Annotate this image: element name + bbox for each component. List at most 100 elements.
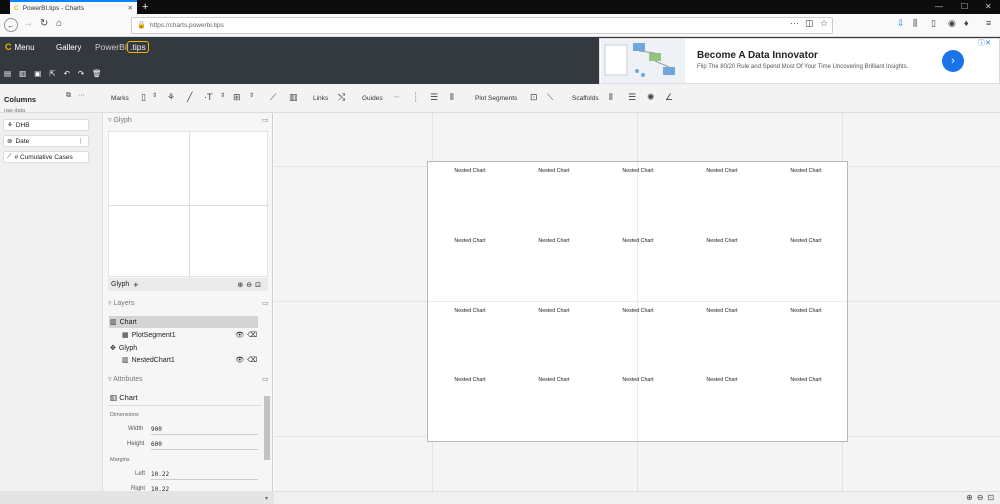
nested-chart-label[interactable]: Nested Chart xyxy=(440,308,500,314)
open-file-icon[interactable]: ▥ xyxy=(19,69,26,78)
attributes-section-header[interactable]: ▿ Attributes xyxy=(108,375,143,383)
column-item-cumulative-cases[interactable]: ⟋ # Cumulative Cases xyxy=(3,151,89,163)
save-icon[interactable]: ▣ xyxy=(34,69,41,78)
guide-y-icon[interactable]: ┆ xyxy=(413,92,418,103)
nested-chart-label[interactable]: Nested Chart xyxy=(608,238,668,244)
glyph-minimize-icon[interactable]: ▭ xyxy=(262,116,269,124)
text-mark-dropdown-icon[interactable]: ⇕ xyxy=(220,92,225,99)
close-tab-icon[interactable]: ✕ xyxy=(128,4,133,12)
add-glyph-icon[interactable]: + xyxy=(133,280,138,290)
scroll-down-icon[interactable]: ▾ xyxy=(265,495,268,502)
nested-chart-label[interactable]: Nested Chart xyxy=(692,308,752,314)
gallery-button[interactable]: Gallery xyxy=(56,43,81,52)
height-input[interactable]: 600 xyxy=(151,441,258,450)
text-mark-icon[interactable]: ·T xyxy=(204,92,213,102)
back-icon[interactable]: ← xyxy=(4,18,18,32)
data-axis-icon[interactable]: ⟋ xyxy=(270,92,276,103)
layer-item-glyph[interactable]: ✥ Glyph xyxy=(110,344,137,353)
browser-tab[interactable]: C PowerBI.tips - Charts ✕ xyxy=(10,0,137,14)
extension-icon[interactable]: ♦ xyxy=(964,18,969,28)
nested-chart-label[interactable]: Nested Chart xyxy=(440,377,500,383)
glyph-zoom-icons[interactable]: ⊕⊖⊡ xyxy=(237,281,264,289)
nested-chart-label[interactable]: Nested Chart xyxy=(692,168,752,174)
nested-chart-label[interactable]: Nested Chart xyxy=(776,308,836,314)
maximize-icon[interactable]: ☐ xyxy=(961,2,968,11)
nested-chart-label[interactable]: Nested Chart xyxy=(776,238,836,244)
link-tool-icon[interactable]: ⤭ xyxy=(338,92,345,103)
line-plot-icon[interactable]: ⟍ xyxy=(547,92,553,103)
more-options-icon[interactable]: ··· xyxy=(78,92,85,99)
hamburger-menu-icon[interactable]: ≡ xyxy=(986,18,991,28)
layer-item-plotsegment1[interactable]: ▦ PlotSegment1 👁 ⌫ xyxy=(122,331,257,340)
column-settings-icon[interactable]: ⧉ xyxy=(66,92,71,100)
guide-x-icon[interactable]: ┄ xyxy=(394,92,399,103)
rect-mark-icon[interactable]: ▯ xyxy=(141,92,146,103)
nested-chart-label[interactable]: Nested Chart xyxy=(692,377,752,383)
glyph-tab[interactable]: Glyph xyxy=(111,281,129,288)
forward-icon[interactable]: → xyxy=(23,18,33,29)
nested-chart-label[interactable]: Nested Chart xyxy=(608,168,668,174)
minimize-icon[interactable]: — xyxy=(935,2,943,11)
symbol-mark-icon[interactable]: ⚘ xyxy=(167,92,175,103)
nested-chart-label[interactable]: Nested Chart xyxy=(776,377,836,383)
guide-grid-y-icon[interactable]: ⫴ xyxy=(450,92,454,103)
reload-icon[interactable]: ↻ xyxy=(40,18,48,29)
visibility-eye-icon[interactable]: 👁 xyxy=(235,356,244,364)
redo-icon[interactable]: ↷ xyxy=(78,69,84,78)
nested-chart-label[interactable]: Nested Chart xyxy=(524,308,584,314)
sidebar-icon[interactable]: ▯ xyxy=(931,18,936,29)
undo-icon[interactable]: ↶ xyxy=(64,69,70,78)
ad-info-icon[interactable]: ⓘ✕ xyxy=(978,38,991,48)
nested-chart-label[interactable]: Nested Chart xyxy=(608,377,668,383)
pocket-icon[interactable]: ◫ xyxy=(805,18,814,29)
page-actions-icon[interactable]: ··· xyxy=(790,18,799,28)
region-2d-icon[interactable]: ⊡ xyxy=(530,92,538,103)
glyph-section-header[interactable]: ▿ Glyph xyxy=(108,116,132,124)
attributes-scrollbar[interactable] xyxy=(264,396,270,460)
column-item-date[interactable]: ⊚ Date ⋮ xyxy=(3,135,89,147)
nested-chart-label[interactable]: Nested Chart xyxy=(608,308,668,314)
attributes-minimize-icon[interactable]: ▭ xyxy=(262,375,269,383)
rect-mark-dropdown-icon[interactable]: ⇕ xyxy=(152,92,157,99)
scaffold-vertical-icon[interactable]: ☰ xyxy=(628,92,636,103)
glyph-editor-canvas[interactable] xyxy=(108,131,269,278)
scaffold-horizontal-icon[interactable]: ⫴ xyxy=(609,92,613,103)
chart-plot-area[interactable]: Nested Chart Nested Chart Nested Chart Nest… xyxy=(427,161,848,442)
width-input[interactable]: 900 xyxy=(151,426,258,435)
erase-icon[interactable]: ⌫ xyxy=(247,331,257,339)
icon-mark-icon[interactable]: ⊞ xyxy=(233,92,241,103)
icon-mark-dropdown-icon[interactable]: ⇕ xyxy=(249,92,254,99)
delete-icon[interactable]: 🗑 xyxy=(92,69,102,78)
guide-grid-x-icon[interactable]: ☰ xyxy=(430,92,438,103)
line-mark-icon[interactable]: ╱ xyxy=(187,92,192,103)
visibility-eye-icon[interactable]: 👁 xyxy=(235,331,244,339)
nested-chart-label[interactable]: Nested Chart xyxy=(440,238,500,244)
layer-item-nestedchart1[interactable]: ▥ NestedChart1 👁 ⌫ xyxy=(122,356,257,365)
nested-chart-label[interactable]: Nested Chart xyxy=(776,168,836,174)
nested-chart-label[interactable]: Nested Chart xyxy=(524,238,584,244)
nested-chart-label[interactable]: Nested Chart xyxy=(524,377,584,383)
home-icon[interactable]: ⌂ xyxy=(56,18,62,29)
url-bar[interactable]: 🔒 https://charts.powerbi.tips xyxy=(131,17,833,34)
nested-chart-label[interactable]: Nested Chart xyxy=(440,168,500,174)
bookmark-star-icon[interactable]: ☆ xyxy=(820,18,828,29)
menu-button[interactable]: C Menu xyxy=(5,42,35,52)
nested-chart-icon[interactable]: ▥ xyxy=(289,92,298,103)
left-margin-input[interactable]: 10.22 xyxy=(151,471,258,480)
ad-arrow-icon[interactable]: › xyxy=(942,50,964,72)
export-icon[interactable]: ⇱ xyxy=(49,69,55,78)
library-icon[interactable]: ⫼ xyxy=(913,18,917,29)
new-tab-icon[interactable]: + xyxy=(142,1,148,13)
column-item-dhb[interactable]: ⚘ DHB xyxy=(3,119,89,131)
layer-item-chart[interactable]: ▥ Chart xyxy=(110,318,137,327)
scaffold-polar-icon[interactable]: ✺ xyxy=(647,92,655,103)
scaffold-curve-icon[interactable]: ∠ xyxy=(665,92,673,103)
ad-text[interactable]: Flip The 80/20 Rule and Spend Most Of Yo… xyxy=(697,64,908,70)
close-window-icon[interactable]: ✕ xyxy=(985,2,992,11)
new-file-icon[interactable]: ▤ xyxy=(4,69,11,78)
layers-minimize-icon[interactable]: ▭ xyxy=(262,299,269,307)
ad-title[interactable]: Become A Data Innovator xyxy=(697,50,818,61)
nested-chart-label[interactable]: Nested Chart xyxy=(524,168,584,174)
canvas-zoom-icons[interactable]: ⊕⊖⊡ xyxy=(966,493,998,502)
download-icon[interactable]: ⇩ xyxy=(897,18,905,29)
